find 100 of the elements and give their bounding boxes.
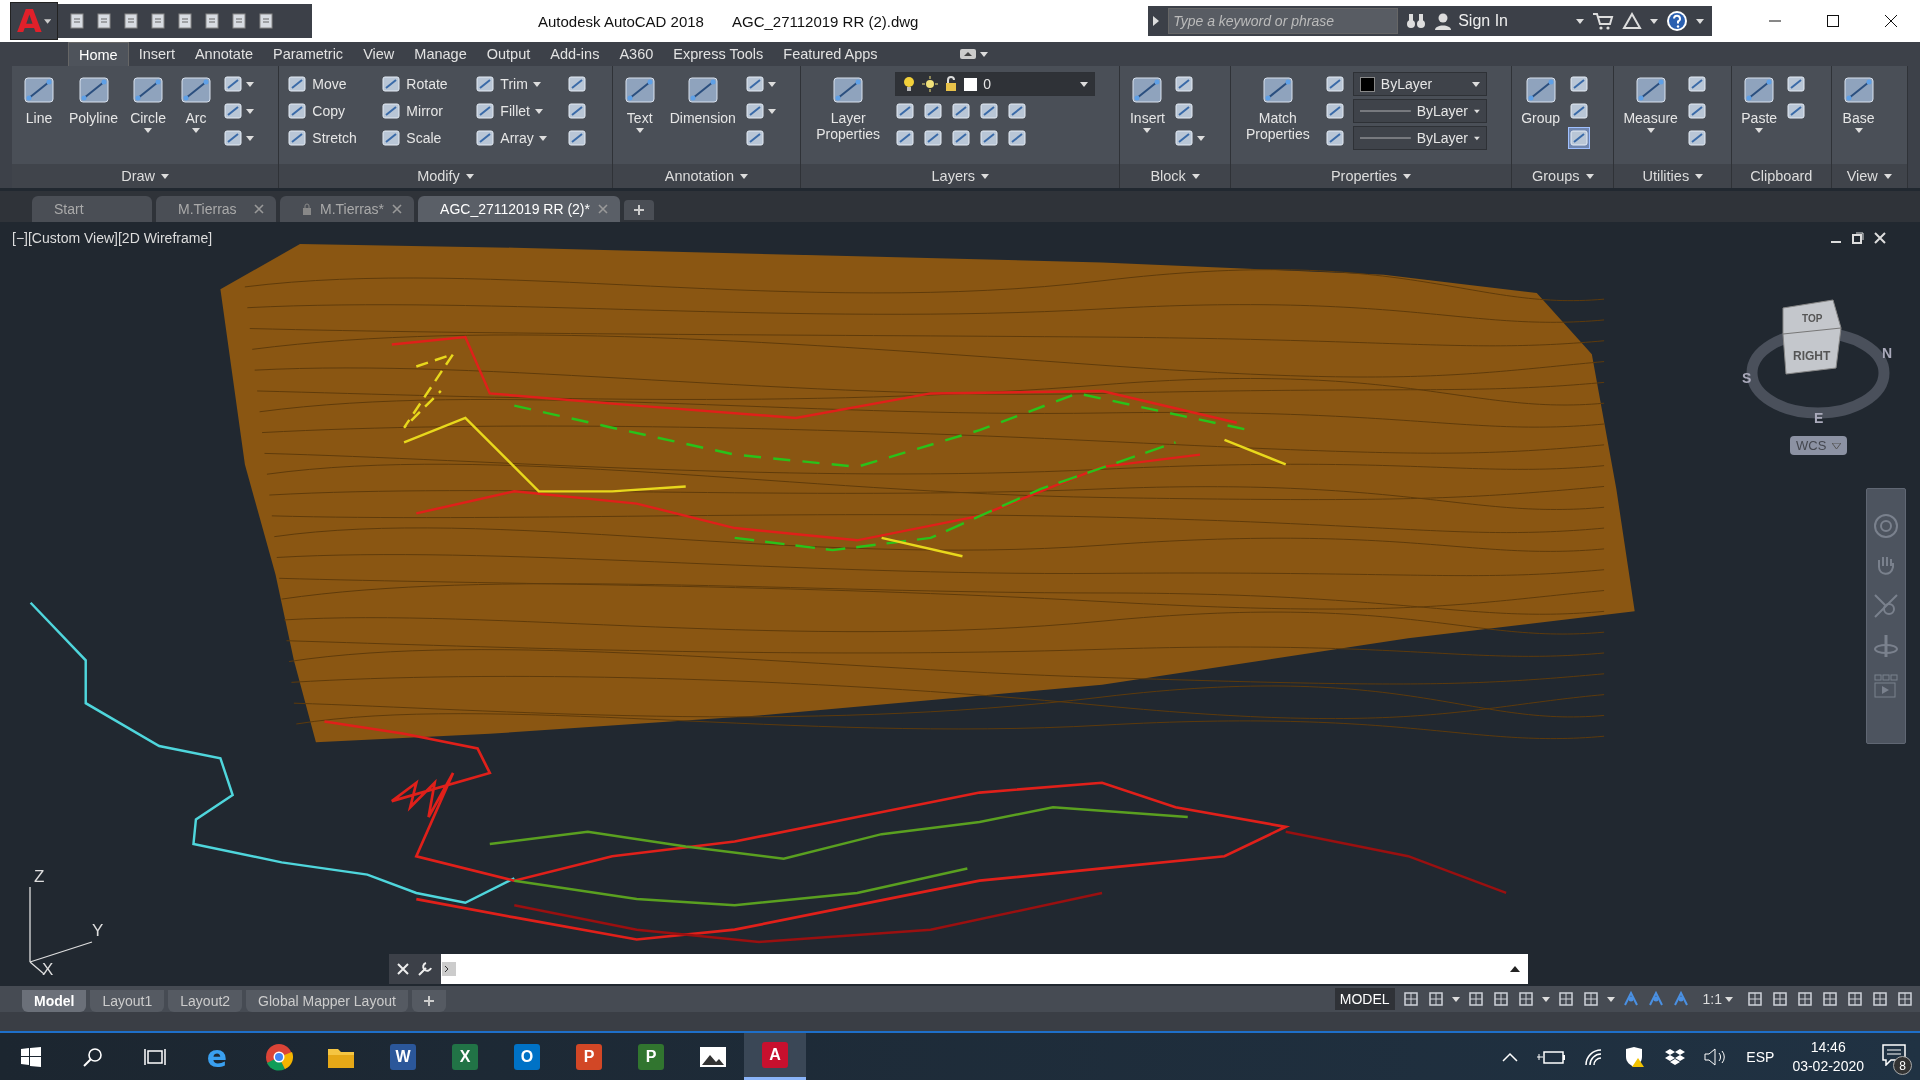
ribbon-icon-button[interactable] <box>1569 101 1590 121</box>
viewport-controls-label[interactable]: [−][Custom View][2D Wireframe] <box>12 230 213 246</box>
ribbon-icon-button[interactable] <box>567 74 588 94</box>
caret-icon[interactable] <box>1650 18 1658 24</box>
tool-icon[interactable] <box>381 128 402 148</box>
ribbon-tab[interactable]: Insert <box>128 42 185 66</box>
caret-icon[interactable] <box>1696 18 1704 24</box>
ribbon-icon-button[interactable] <box>744 101 776 121</box>
sign-in-button[interactable]: Sign In <box>1434 12 1568 30</box>
ribbon-tab[interactable]: Add-ins <box>540 42 610 66</box>
ribbon-tool-button[interactable]: Polyline <box>66 70 122 128</box>
binoculars-icon[interactable] <box>1406 12 1427 30</box>
ribbon-tool-button[interactable]: Array <box>473 128 560 148</box>
ribbon-icon-button[interactable] <box>923 101 944 121</box>
caret-icon[interactable] <box>192 128 201 133</box>
ribbon-tool-button[interactable]: Scale <box>379 128 466 148</box>
ribbon-tool-button[interactable]: Text <box>618 70 661 135</box>
ribbon-icon-button[interactable] <box>1324 101 1345 121</box>
caret-icon[interactable] <box>1576 18 1584 24</box>
ribbon-icon-button[interactable] <box>1007 101 1028 121</box>
ribbon-icon-button[interactable] <box>951 128 972 148</box>
ribbon-tool-button[interactable]: Copy <box>285 101 372 121</box>
caret-icon[interactable] <box>979 51 988 57</box>
ribbon-icon-button[interactable] <box>567 101 588 121</box>
search-field[interactable]: Type a keyword or phrase <box>1168 8 1399 34</box>
ribbon-tab[interactable]: Featured Apps <box>773 42 888 66</box>
caret-icon[interactable] <box>1541 996 1550 1002</box>
new-file-icon[interactable] <box>68 12 86 30</box>
ribbon-icon-button[interactable] <box>223 101 255 121</box>
ribbon-tool-button[interactable]: Fillet <box>473 101 560 121</box>
caret-icon[interactable] <box>767 81 776 87</box>
ribbon-tab[interactable]: Output <box>476 42 541 66</box>
restore-icon[interactable] <box>1852 232 1864 244</box>
caret-icon[interactable] <box>1191 173 1200 179</box>
autoscale-figure-icon[interactable] <box>1646 990 1665 1008</box>
panel-title-button[interactable]: Clipboard <box>1732 164 1831 188</box>
caret-icon[interactable] <box>1474 108 1480 114</box>
ribbon-tool-button[interactable]: Stretch <box>285 128 372 148</box>
ribbon-tool-button[interactable]: Layer Properties <box>807 70 890 144</box>
ribbon-tab[interactable]: Express Tools <box>663 42 774 66</box>
caret-icon[interactable] <box>1883 173 1892 179</box>
taskbar-app-button[interactable]: P <box>620 1033 682 1080</box>
ribbon-icon-button[interactable] <box>923 128 944 148</box>
ribbon-icon-button[interactable] <box>1324 128 1345 148</box>
language-indicator[interactable]: ESP <box>1746 1048 1775 1065</box>
layout-tab[interactable]: Layout2 <box>168 990 243 1012</box>
caret-icon[interactable] <box>1695 173 1704 179</box>
ribbon-icon-button[interactable] <box>1569 128 1590 148</box>
ribbon-icon-button[interactable] <box>979 128 1000 148</box>
ribbon-icon-button[interactable] <box>895 101 916 121</box>
ribbon-tab[interactable]: A360 <box>609 42 664 66</box>
ribbon-tab[interactable]: Home <box>68 42 129 66</box>
caret-icon[interactable] <box>740 173 749 179</box>
tool-icon[interactable] <box>381 101 402 121</box>
ribbon-tab[interactable]: Parametric <box>263 42 354 66</box>
ribbon-icon-button[interactable] <box>1174 74 1195 94</box>
panel-title-button[interactable]: Modify <box>279 164 612 188</box>
ribbon-tool-button[interactable]: Move <box>285 74 372 94</box>
caret-icon[interactable] <box>1197 135 1206 141</box>
caret-icon[interactable] <box>1725 996 1733 1002</box>
caret-icon[interactable] <box>161 173 170 179</box>
file-tab[interactable]: M.Tierras <box>156 196 276 222</box>
caret-icon[interactable] <box>1606 996 1615 1002</box>
ribbon-icon-button[interactable] <box>1786 101 1807 121</box>
ribbon-tab[interactable]: View <box>353 42 405 66</box>
clock[interactable]: 14:46 03-02-2020 <box>1792 1039 1864 1074</box>
model-space-button[interactable]: MODEL <box>1334 988 1395 1010</box>
layer-dropdown[interactable]: 0 <box>895 72 1096 96</box>
ribbon-tool-button[interactable]: Paste <box>1738 70 1781 135</box>
caret-icon[interactable] <box>1854 128 1863 133</box>
chevron-up-icon[interactable] <box>1502 1051 1519 1062</box>
caret-icon[interactable] <box>1471 81 1480 87</box>
ribbon-tool-button[interactable]: Rotate <box>379 74 466 94</box>
caret-icon[interactable] <box>767 108 776 114</box>
grid-icon[interactable] <box>1401 990 1420 1008</box>
ribbon-icon-button[interactable] <box>744 74 776 94</box>
caret-icon[interactable] <box>532 81 541 87</box>
ribbon-tool-button[interactable]: Dimension <box>666 70 739 128</box>
ribbon-icon-button[interactable] <box>1686 128 1707 148</box>
ribbon-icon-button[interactable] <box>1569 74 1590 94</box>
layout-tab[interactable]: Global Mapper Layout <box>246 990 408 1012</box>
caret-icon[interactable] <box>1510 966 1520 972</box>
tool-icon[interactable] <box>475 74 496 94</box>
panel-title-button[interactable]: Annotation <box>612 164 801 188</box>
ribbon-tool-button[interactable]: Trim <box>473 74 560 94</box>
annotation-figure-icon[interactable] <box>1621 990 1640 1008</box>
panel-title-button[interactable]: Properties <box>1230 164 1512 188</box>
taskbar-app-button[interactable]: P <box>558 1033 620 1080</box>
ribbon-icon-button[interactable] <box>223 128 255 148</box>
caret-icon[interactable] <box>43 18 51 24</box>
ribbon-tool-button[interactable]: Mirror <box>379 101 466 121</box>
caret-icon[interactable] <box>1585 173 1594 179</box>
snap-grid-icon[interactable] <box>1426 990 1445 1008</box>
shield-warning-icon[interactable] <box>1624 1045 1647 1068</box>
tool-icon[interactable] <box>287 74 308 94</box>
ribbon-icon-button[interactable] <box>1324 74 1345 94</box>
linetype-dropdown[interactable]: ByLayer <box>1352 126 1487 150</box>
new-tab-button[interactable] <box>624 200 654 220</box>
caret-icon[interactable] <box>635 128 644 133</box>
caret-icon[interactable] <box>1755 128 1764 133</box>
